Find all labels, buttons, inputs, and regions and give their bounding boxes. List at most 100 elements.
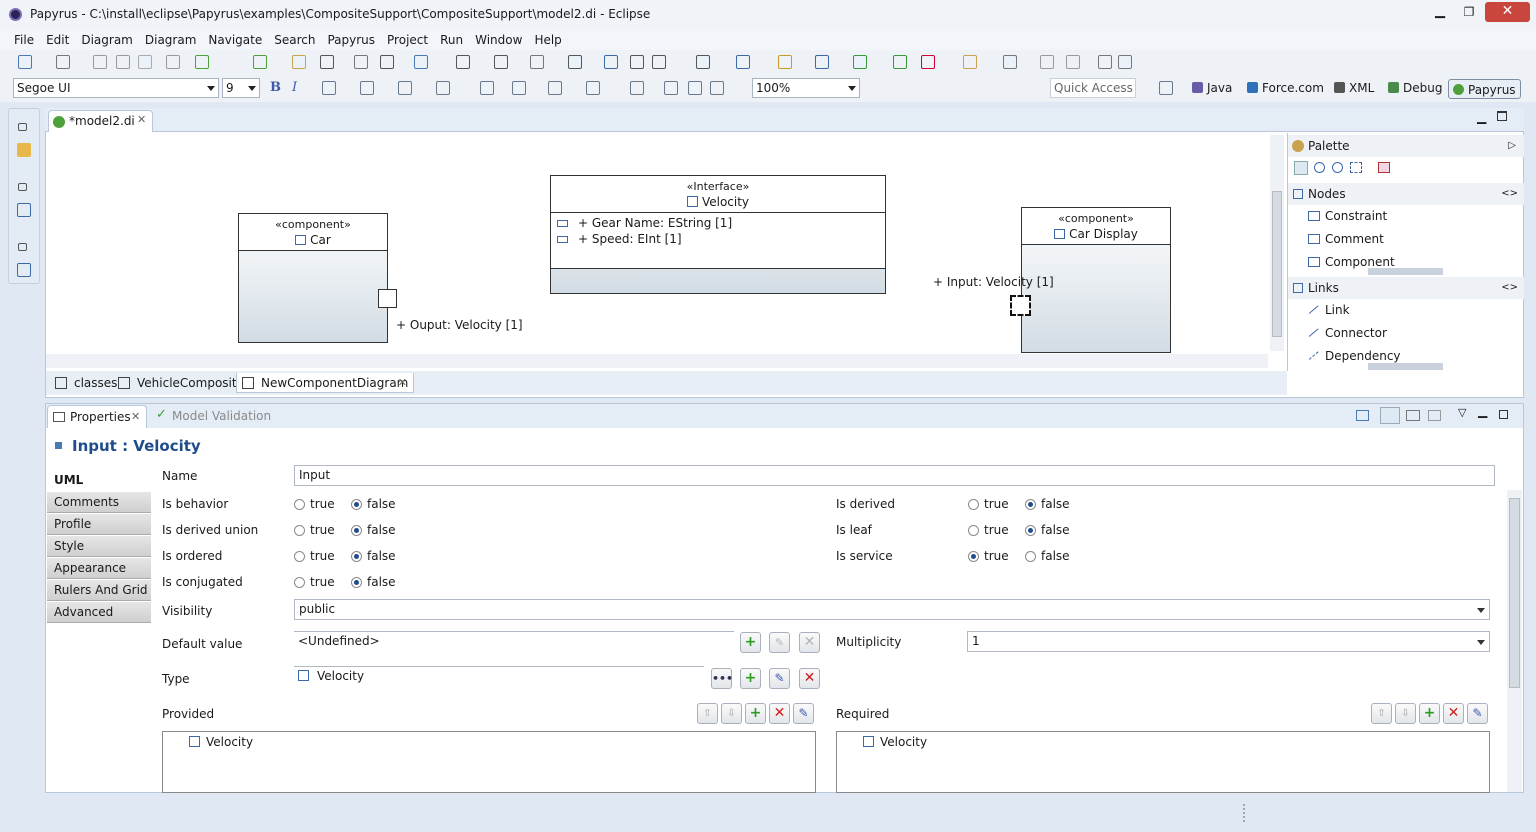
- menu-run[interactable]: Run: [434, 30, 469, 50]
- toolbar-tool-icon[interactable]: [921, 55, 935, 69]
- tab-properties[interactable]: Properties ✕: [47, 405, 147, 428]
- is-conjugated-true-radio[interactable]: [294, 577, 305, 588]
- zoom-in-icon[interactable]: [1314, 162, 1325, 173]
- perspective-xml[interactable]: XML: [1330, 78, 1378, 98]
- maximize-editor-button[interactable]: [1497, 111, 1507, 121]
- format-tool-icon[interactable]: [322, 81, 336, 95]
- port-output[interactable]: [378, 289, 397, 308]
- component-car[interactable]: «component» Car: [238, 213, 388, 343]
- palette-item-dependency[interactable]: Dependency: [1308, 348, 1401, 364]
- toolbar-tool-icon[interactable]: [696, 55, 710, 69]
- format-tool-icon[interactable]: [586, 81, 600, 95]
- multiplicity-select[interactable]: 1: [967, 631, 1490, 652]
- true-option-label[interactable]: true: [984, 548, 1009, 564]
- diagram-canvas[interactable]: «component» Car + Ouput: Velocity [1] «I…: [46, 133, 1284, 368]
- toolbar-tool-icon[interactable]: [195, 55, 209, 69]
- toolbar-tool-icon[interactable]: [652, 55, 666, 69]
- required-list[interactable]: Velocity: [836, 731, 1490, 793]
- provided-up-button[interactable]: ⇧: [697, 703, 718, 724]
- name-input[interactable]: Input: [294, 465, 1495, 486]
- toolbar-tool-icon[interactable]: [1040, 55, 1054, 69]
- false-option-label[interactable]: false: [367, 548, 396, 564]
- property-tab-advanced[interactable]: Advanced: [47, 602, 151, 623]
- default-value-remove-button[interactable]: ✕: [799, 632, 820, 653]
- toolbar-tool-icon[interactable]: [292, 55, 306, 69]
- diagram-tab-newcomponentdiagram[interactable]: NewComponentDiagram ✕: [236, 373, 414, 393]
- true-option-label[interactable]: true: [984, 496, 1009, 512]
- palette-item-connector[interactable]: Connector: [1308, 325, 1387, 341]
- editor-tab-model2[interactable]: *model2.di ✕: [48, 110, 153, 132]
- menu-search[interactable]: Search: [268, 30, 321, 50]
- interface-velocity[interactable]: «Interface» Velocity + Gear Name: EStrin…: [550, 175, 886, 294]
- required-remove-button[interactable]: ✕: [1443, 703, 1464, 724]
- toolbar-tool-icon[interactable]: [18, 55, 32, 69]
- minimize-editor-button[interactable]: ▁: [1477, 110, 1486, 124]
- palette-scroll-indicator[interactable]: [1368, 363, 1443, 370]
- toolbar-tool-icon[interactable]: [380, 55, 394, 69]
- required-add-button[interactable]: +: [1419, 703, 1440, 724]
- true-option-label[interactable]: true: [310, 574, 335, 590]
- false-option-label[interactable]: false: [367, 574, 396, 590]
- property-tab-profile[interactable]: Profile: [47, 514, 151, 535]
- is-conjugated-false-radio[interactable]: [351, 577, 362, 588]
- palette-item-link[interactable]: Link: [1308, 302, 1350, 318]
- false-option-label[interactable]: false: [367, 522, 396, 538]
- marquee-icon[interactable]: [1350, 162, 1362, 173]
- provided-remove-button[interactable]: ✕: [769, 703, 790, 724]
- required-edit-button[interactable]: ✎: [1467, 703, 1488, 724]
- palette-drawer-nodes[interactable]: Nodes <>: [1288, 183, 1524, 205]
- true-option-label[interactable]: true: [310, 496, 335, 512]
- false-option-label[interactable]: false: [1041, 548, 1070, 564]
- format-tool-icon[interactable]: [688, 81, 702, 95]
- provided-edit-button[interactable]: ✎: [793, 703, 814, 724]
- default-value-edit-button[interactable]: ✎: [769, 632, 790, 653]
- toolbar-tool-icon[interactable]: [853, 55, 867, 69]
- palette-drawer-links[interactable]: Links <>: [1288, 277, 1524, 299]
- palette-item-constraint[interactable]: Constraint: [1308, 208, 1387, 224]
- is-leaf-false-radio[interactable]: [1025, 525, 1036, 536]
- is-ordered-false-radio[interactable]: [351, 551, 362, 562]
- restore-view-icon[interactable]: [1499, 410, 1508, 419]
- default-value-field[interactable]: <Undefined>: [294, 631, 734, 652]
- canvas-vertical-scrollbar[interactable]: [1270, 135, 1284, 351]
- view-menu-icon[interactable]: ▽: [1458, 406, 1466, 419]
- menu-project[interactable]: Project: [381, 30, 434, 50]
- font-name-select[interactable]: Segoe UI: [13, 78, 219, 98]
- close-tab-icon[interactable]: ✕: [131, 410, 140, 423]
- is-derived-false-radio[interactable]: [1025, 499, 1036, 510]
- font-size-select[interactable]: 9: [222, 78, 260, 98]
- toolbar-tool-icon[interactable]: [93, 55, 107, 69]
- toolbar-tool-icon[interactable]: [253, 55, 267, 69]
- diagram-tab-vehiclecomposite[interactable]: VehicleComposite: [113, 373, 244, 393]
- toolbar-tool-icon[interactable]: [568, 55, 582, 69]
- toolbar-tool-icon[interactable]: [1066, 55, 1080, 69]
- toolbar-tool-icon[interactable]: [320, 55, 334, 69]
- categories-icon[interactable]: [1380, 407, 1400, 424]
- toolbar-tool-icon[interactable]: [494, 55, 508, 69]
- canvas-horizontal-scrollbar[interactable]: [46, 354, 1268, 368]
- property-tab-uml[interactable]: UML: [47, 470, 152, 491]
- format-tool-icon[interactable]: [436, 81, 450, 95]
- perspective-debug[interactable]: Debug: [1384, 78, 1446, 98]
- format-tool-icon[interactable]: [630, 81, 644, 95]
- property-tab-appearance[interactable]: Appearance: [47, 558, 151, 579]
- restore-icon[interactable]: [18, 183, 27, 191]
- menu-navigate[interactable]: Navigate: [202, 30, 268, 50]
- is-ordered-true-radio[interactable]: [294, 551, 305, 562]
- provided-add-button[interactable]: +: [745, 703, 766, 724]
- is-leaf-true-radio[interactable]: [968, 525, 979, 536]
- stereotype-icon[interactable]: [1378, 162, 1390, 173]
- type-add-button[interactable]: +: [740, 668, 761, 689]
- quick-access-input[interactable]: Quick Access: [1050, 78, 1136, 98]
- zoom-select[interactable]: 100%: [752, 78, 860, 98]
- toolbar-tool-icon[interactable]: [778, 55, 792, 69]
- toolbar-tool-icon[interactable]: [414, 55, 428, 69]
- new-view-icon[interactable]: [1428, 410, 1441, 421]
- folder-icon[interactable]: [17, 143, 31, 157]
- menu-help[interactable]: Help: [528, 30, 567, 50]
- menu-window[interactable]: Window: [469, 30, 528, 50]
- is-derived-true-radio[interactable]: [968, 499, 979, 510]
- property-tab-style[interactable]: Style: [47, 536, 151, 557]
- port-output-label[interactable]: + Ouput: Velocity [1]: [396, 318, 523, 332]
- toolbar-tool-icon[interactable]: [1098, 55, 1112, 69]
